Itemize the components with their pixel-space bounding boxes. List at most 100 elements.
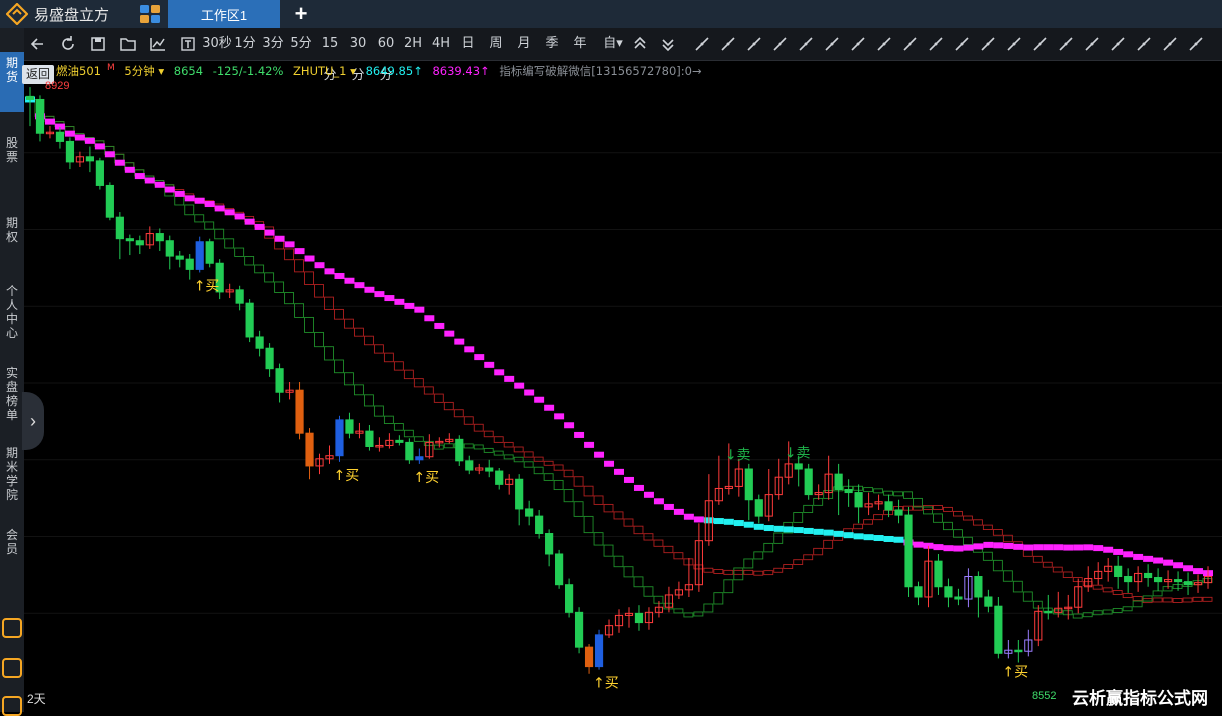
hline-tool-icon[interactable] [900, 28, 920, 60]
period-60m[interactable]: 60分 [372, 28, 400, 83]
candle-body [395, 439, 404, 443]
line-tool-icon[interactable] [770, 28, 790, 60]
period-30s[interactable]: 30秒 [202, 28, 232, 60]
cycle-tool-icon[interactable] [1056, 28, 1076, 60]
candle-body [854, 492, 863, 508]
period-30m[interactable]: 30分 [344, 28, 372, 83]
segment-tool-icon[interactable] [874, 28, 894, 60]
support-ribbon-segment [1173, 562, 1184, 569]
candle-body [525, 508, 534, 517]
period-15m[interactable]: 15分 [316, 28, 344, 83]
ma-short-step [334, 359, 344, 374]
ma-long-step [783, 564, 794, 569]
rows-icon[interactable] [718, 28, 738, 60]
chevron-right-icon: › [30, 411, 36, 431]
tab-workspace-1[interactable]: 工作区1 [168, 0, 280, 28]
support-ribbon-segment [224, 209, 235, 216]
support-ribbon-segment [733, 520, 744, 527]
ma-short-step [803, 504, 814, 513]
circle-tool-icon[interactable] [1134, 28, 1154, 60]
support-ribbon-segment [584, 441, 595, 448]
line-chart-icon[interactable] [148, 28, 168, 60]
fan-tool-icon[interactable] [1082, 28, 1102, 60]
back-arrow-icon[interactable] [28, 28, 48, 60]
ma-short-step [373, 405, 384, 417]
candle-body [914, 586, 923, 598]
sidebar-item-2[interactable]: 期权 [0, 212, 24, 260]
ma-long-step [513, 446, 524, 453]
period-4h[interactable]: 4H [430, 28, 452, 60]
candle-body [974, 576, 983, 598]
ma-short-step [623, 566, 634, 578]
sidebar-item-4[interactable]: 实盘榜单 [0, 362, 24, 436]
app-grid-icon[interactable] [139, 4, 161, 24]
candle-body [535, 515, 544, 535]
add-tab-button[interactable]: + [289, 1, 313, 27]
title-bar: 易盛盘立方 工作区1 + [0, 0, 1222, 28]
support-ribbon-segment [214, 205, 225, 212]
days-label: 2天 [27, 692, 46, 706]
sidebar-item-1[interactable]: 股票 [0, 132, 24, 180]
candle-body [804, 468, 813, 496]
period-week[interactable]: 周 [488, 28, 504, 60]
period-day[interactable]: 日 [460, 28, 476, 60]
chevron-double-up-icon[interactable] [630, 28, 650, 60]
lightning-icon[interactable] [2, 658, 22, 678]
sidebar-item-3[interactable]: 个人中心 [0, 280, 24, 354]
grid-tool-icon[interactable] [1108, 28, 1128, 60]
ma-long-step [1052, 566, 1063, 573]
sidebar-item-5[interactable]: 期米学院 [0, 442, 24, 516]
save-icon[interactable] [88, 28, 108, 60]
ma-short-step [354, 384, 364, 396]
candle-body [794, 463, 803, 470]
ma-short-step [314, 331, 324, 348]
ma-short-step [1132, 600, 1143, 608]
period-year[interactable]: 年 [572, 28, 588, 60]
gann-tool-icon[interactable] [1030, 28, 1050, 60]
period-custom-dropdown[interactable]: 自▾ [600, 28, 626, 60]
sidebar-item-6[interactable]: 会员 [0, 524, 24, 572]
vline-tool-icon[interactable] [822, 28, 842, 60]
candle-body [365, 430, 374, 447]
columns-icon[interactable] [692, 28, 712, 60]
arrow-up-tool-icon[interactable] [926, 28, 946, 60]
open-folder-icon[interactable] [118, 28, 138, 60]
period-quarter[interactable]: 季 [544, 28, 560, 60]
ma-long-step [943, 506, 953, 512]
period-1m[interactable]: 1分 [234, 28, 256, 60]
ma-short-step [1122, 606, 1133, 612]
period-2h[interactable]: 2H [402, 28, 424, 60]
ma-long-step [793, 559, 804, 565]
sidebar-item-0[interactable]: 期货 [0, 52, 24, 112]
vip-icon[interactable] [2, 618, 22, 638]
ma-long-step [563, 469, 574, 478]
parallel-tool-icon[interactable] [952, 28, 972, 60]
headset-icon[interactable] [2, 696, 22, 716]
ma-long-step [1152, 597, 1163, 603]
period-5m[interactable]: 5分 [290, 28, 312, 60]
candle-body [1154, 577, 1163, 583]
candle-body [135, 240, 144, 246]
arc-tool-icon[interactable] [1160, 28, 1180, 60]
ma-long-step [1102, 587, 1113, 593]
period-month[interactable]: 月 [516, 28, 532, 60]
ma-short-step [743, 558, 754, 569]
support-ribbon-segment [863, 534, 874, 541]
expand-icon[interactable] [1186, 28, 1206, 60]
arrow-tool-icon[interactable] [848, 28, 868, 60]
fib-tool-icon[interactable] [1004, 28, 1024, 60]
ray-tool-icon[interactable] [796, 28, 816, 60]
text-tool-icon[interactable] [178, 28, 198, 60]
candlestick-chart[interactable]: ↑买 ↑买 ↑买 ↑买 ↑买 ↓卖 ↓卖 [24, 76, 1222, 690]
support-ribbon-segment [1013, 543, 1024, 550]
ma-long-step [1132, 596, 1143, 602]
support-ribbon-segment [364, 286, 375, 293]
dots-icon[interactable] [744, 28, 764, 60]
rect-tool-icon[interactable] [978, 28, 998, 60]
refresh-icon[interactable] [58, 28, 78, 60]
sidebar-toggle-button[interactable]: › [22, 392, 44, 450]
support-ribbon-segment [1093, 545, 1104, 552]
ma-long-step [633, 525, 644, 535]
chevron-double-down-icon[interactable] [658, 28, 678, 60]
period-3m[interactable]: 3分 [262, 28, 284, 60]
